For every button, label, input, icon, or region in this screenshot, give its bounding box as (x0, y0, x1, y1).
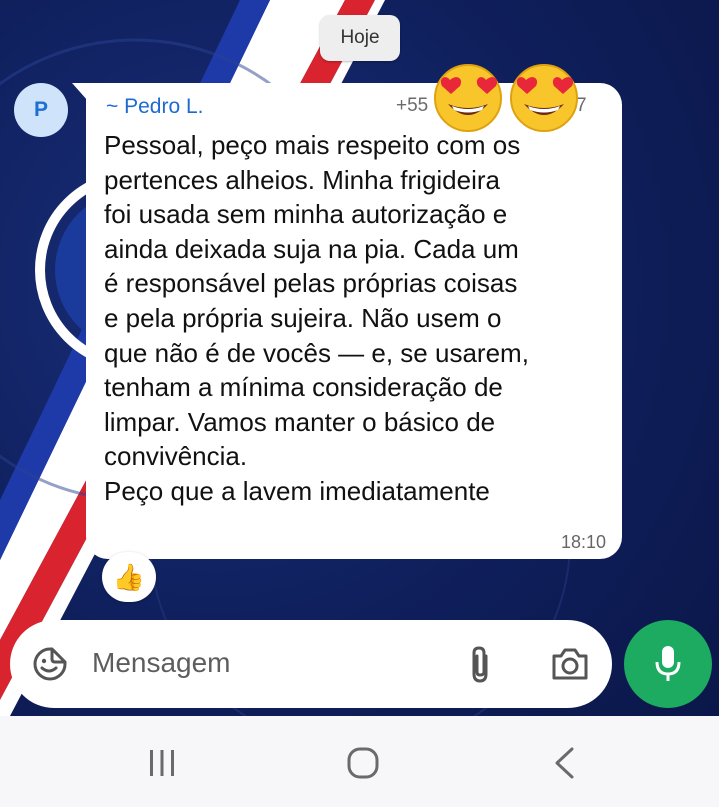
back-icon[interactable] (552, 746, 576, 780)
message-composer[interactable]: Mensagem (10, 620, 612, 708)
reaction-badge[interactable]: 👍 (102, 552, 156, 602)
paperclip-icon[interactable] (466, 644, 494, 684)
home-icon[interactable] (346, 746, 380, 780)
message-input[interactable]: Mensagem (92, 647, 231, 679)
system-navigation-bar (0, 716, 719, 807)
heart-eyes-emoji-icon (434, 64, 502, 132)
sender-name[interactable]: ~ Pedro L. (106, 95, 203, 119)
sticker-emoji-icon[interactable] (32, 646, 68, 682)
sender-avatar[interactable]: P (14, 83, 68, 137)
message-bubble[interactable]: ~ Pedro L. +55 7 Pessoal, peço mais resp… (86, 83, 622, 559)
camera-icon[interactable] (550, 645, 590, 683)
date-chip: Hoje (320, 15, 400, 61)
sender-phone-prefix: +55 (396, 95, 429, 116)
heart-eyes-emoji-icon (510, 64, 578, 132)
message-time: 18:10 (560, 532, 606, 552)
message-text: Pessoal, peço mais respeito com os perte… (104, 130, 529, 506)
recent-apps-icon[interactable] (146, 746, 178, 778)
thumbs-up-icon: 👍 (112, 561, 146, 592)
microphone-icon (655, 646, 681, 681)
microphone-button[interactable] (624, 620, 712, 708)
avatar-initial: P (33, 98, 48, 121)
